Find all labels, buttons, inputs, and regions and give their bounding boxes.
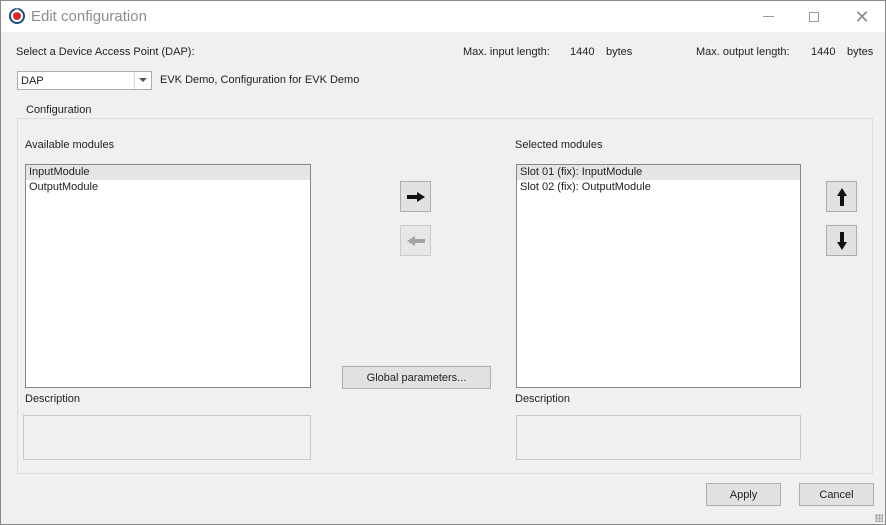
app-logo-icon bbox=[9, 7, 25, 24]
available-modules-label: Available modules bbox=[25, 139, 115, 151]
arrow-left-icon bbox=[406, 235, 425, 246]
selected-description-box bbox=[516, 415, 801, 460]
dap-description: EVK Demo, Configuration for EVK Demo bbox=[160, 74, 360, 86]
move-up-button[interactable] bbox=[826, 181, 857, 212]
list-item[interactable]: InputModule bbox=[26, 165, 310, 180]
dap-label: Select a Device Access Point (DAP): bbox=[16, 46, 195, 58]
selected-modules-label: Selected modules bbox=[515, 139, 603, 151]
dap-select[interactable]: DAP bbox=[17, 71, 152, 90]
selected-description-label: Description bbox=[515, 393, 571, 405]
resize-grip[interactable] bbox=[875, 514, 883, 522]
selected-modules-list[interactable]: Slot 01 (fix): InputModule Slot 02 (fix)… bbox=[516, 164, 801, 388]
arrow-up-icon bbox=[836, 187, 847, 206]
max-input-unit: bytes bbox=[606, 46, 633, 58]
arrow-down-icon bbox=[836, 231, 847, 250]
close-icon: ✕ bbox=[854, 6, 870, 27]
minimize-button[interactable] bbox=[745, 1, 791, 32]
list-item[interactable]: Slot 02 (fix): OutputModule bbox=[517, 180, 800, 195]
arrow-right-icon bbox=[406, 191, 425, 202]
max-input-label: Max. input length: bbox=[463, 46, 550, 58]
minimize-icon bbox=[762, 16, 774, 17]
remove-module-button[interactable] bbox=[400, 225, 431, 256]
maximize-button[interactable] bbox=[791, 1, 837, 32]
global-parameters-button[interactable]: Global parameters... bbox=[342, 366, 491, 389]
max-output-value: 1440 bbox=[811, 46, 836, 58]
max-output-unit: bytes bbox=[847, 46, 874, 58]
available-modules-list[interactable]: InputModule OutputModule bbox=[25, 164, 311, 388]
apply-button[interactable]: Apply bbox=[706, 483, 781, 506]
title-bar: Edit configuration ✕ bbox=[1, 1, 885, 32]
available-description-box bbox=[23, 415, 311, 460]
edit-configuration-window: Edit configuration ✕ Select a Device Acc… bbox=[0, 0, 886, 525]
configuration-title: Configuration bbox=[22, 104, 96, 116]
move-down-button[interactable] bbox=[826, 225, 857, 256]
list-item[interactable]: OutputModule bbox=[26, 180, 310, 195]
close-button[interactable]: ✕ bbox=[839, 1, 885, 32]
add-module-button[interactable] bbox=[400, 181, 431, 212]
available-description-label: Description bbox=[25, 393, 81, 405]
cancel-button[interactable]: Cancel bbox=[799, 483, 874, 506]
max-output-label: Max. output length: bbox=[696, 46, 790, 58]
chevron-down-icon[interactable] bbox=[134, 72, 151, 89]
max-input-value: 1440 bbox=[570, 46, 595, 58]
dap-select-value: DAP bbox=[21, 75, 44, 87]
window-title: Edit configuration bbox=[31, 8, 147, 25]
maximize-icon bbox=[809, 11, 819, 22]
list-item[interactable]: Slot 01 (fix): InputModule bbox=[517, 165, 800, 180]
